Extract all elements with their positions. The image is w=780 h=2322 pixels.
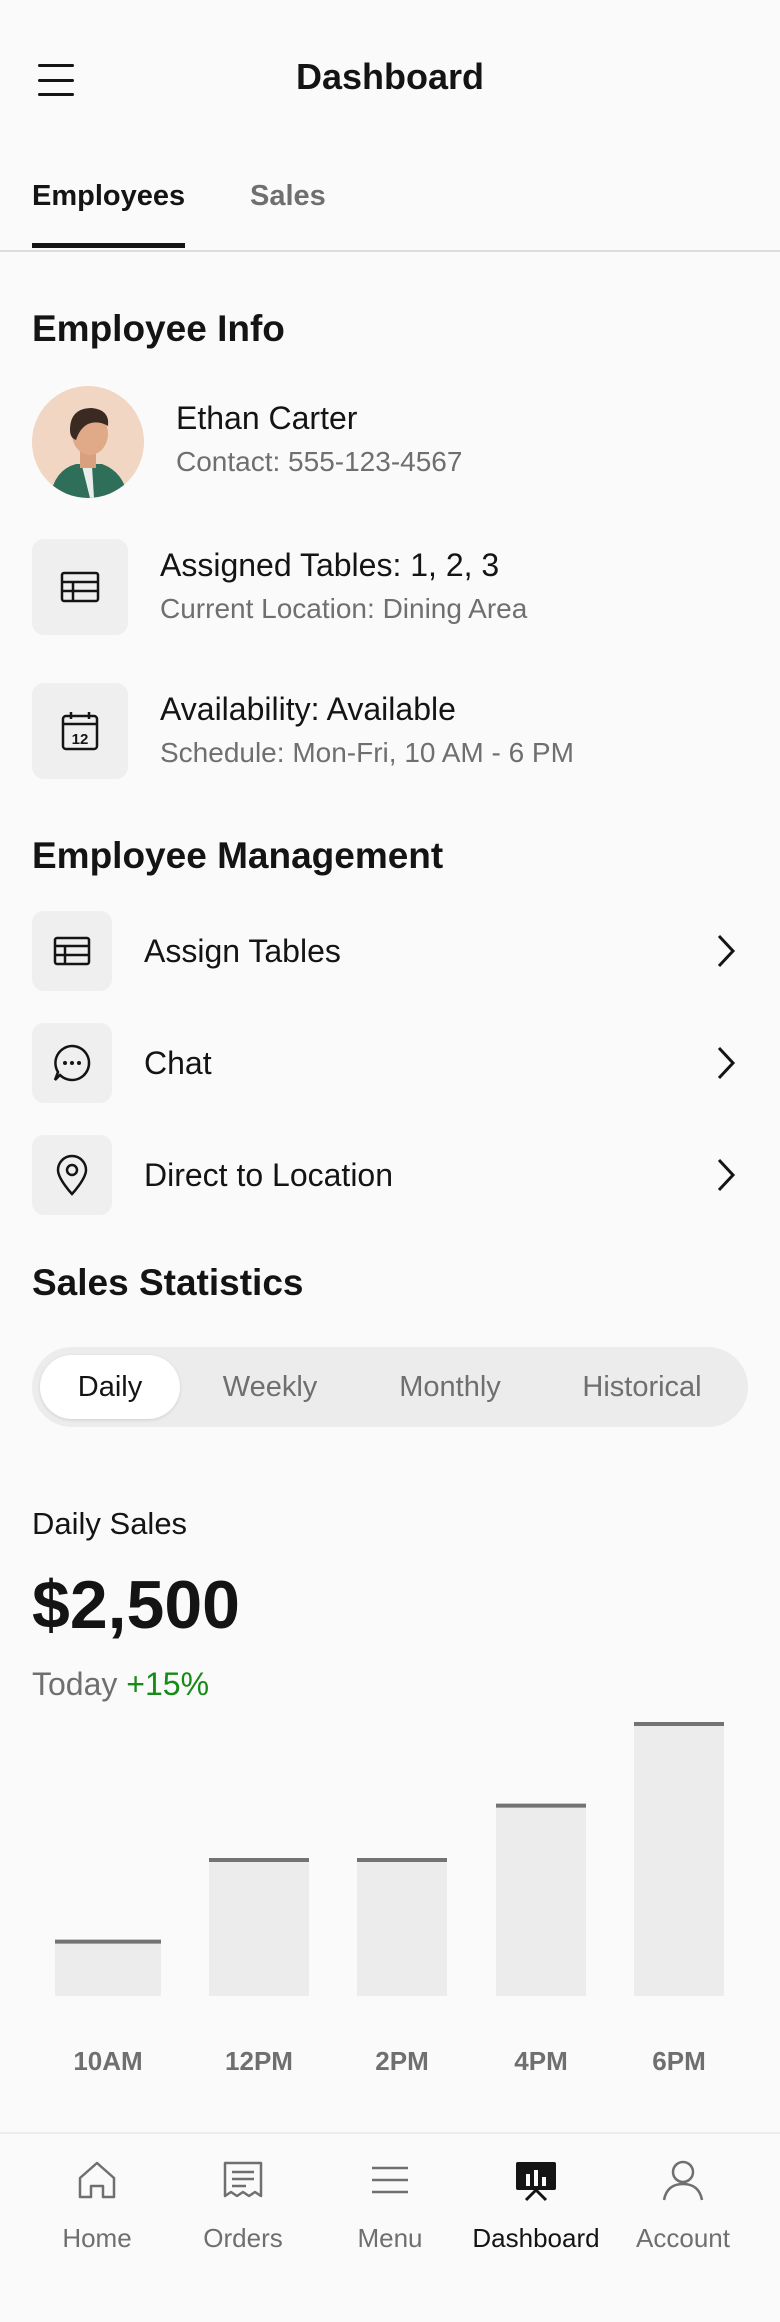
sales-bar-chart: 10AM 12PM 2PM 4PM 6PM <box>55 1722 724 2076</box>
period-text: Today <box>32 1666 118 1702</box>
nav-menu-label: Menu <box>357 2223 423 2253</box>
bottom-navigation: Home Orders Menu Dashboard Account <box>0 2132 780 2322</box>
direct-to-location-label: Direct to Location <box>144 1157 394 1193</box>
chart-bar-6pm <box>634 1724 724 1996</box>
nav-account[interactable]: Account <box>610 2158 756 2254</box>
home-icon <box>78 2161 116 2199</box>
chat-item[interactable]: Chat <box>32 1023 752 1103</box>
daily-sales-label: Daily Sales <box>32 1506 188 1541</box>
chart-tick-label: 4PM <box>514 2046 567 2076</box>
schedule-text: Schedule: Mon-Fri, 10 AM - 6 PM <box>160 737 574 768</box>
table-icon <box>32 911 112 991</box>
daily-sales-value: $2,500 <box>32 1567 240 1643</box>
nav-orders-label: Orders <box>203 2223 283 2253</box>
svg-text:12: 12 <box>72 731 89 748</box>
menu-icon <box>372 2166 408 2194</box>
nav-home-label: Home <box>62 2223 132 2253</box>
dashboard-icon <box>516 2162 556 2202</box>
assigned-tables-text: Assigned Tables: 1, 2, 3 <box>160 547 500 583</box>
chat-label: Chat <box>144 1045 212 1081</box>
tab-bar: Employees Sales <box>0 170 780 252</box>
current-location-text: Current Location: Dining Area <box>160 593 528 624</box>
availability-text: Availability: Available <box>160 691 456 727</box>
location-pin-icon <box>32 1135 112 1215</box>
assigned-tables-row: Assigned Tables: 1, 2, 3 Current Locatio… <box>32 539 752 635</box>
assign-tables-label: Assign Tables <box>144 933 341 969</box>
sales-period-line: Today +15% <box>32 1666 209 1703</box>
calendar-icon: 12 <box>32 683 128 779</box>
chevron-right-icon <box>704 1041 748 1085</box>
period-daily[interactable]: Daily <box>40 1355 180 1419</box>
nav-menu[interactable]: Menu <box>317 2158 463 2254</box>
employee-contact: Contact: 555-123-4567 <box>176 446 463 477</box>
chart-bar-12pm <box>209 1860 309 1996</box>
chevron-right-icon <box>704 929 748 973</box>
nav-account-label: Account <box>636 2223 730 2253</box>
chart-bar-4pm <box>496 1805 586 1996</box>
employee-profile: Ethan Carter Contact: 555-123-4567 <box>32 386 752 498</box>
sales-statistics-title: Sales Statistics <box>32 1262 304 1303</box>
employee-name: Ethan Carter <box>176 400 358 436</box>
availability-row: 12 Availability: Available Schedule: Mon… <box>32 683 752 779</box>
tab-sales[interactable]: Sales <box>250 180 326 243</box>
chat-icon <box>32 1023 112 1103</box>
sales-change: +15% <box>126 1666 210 1702</box>
period-weekly[interactable]: Weekly <box>182 1355 358 1419</box>
employee-management-title: Employee Management <box>32 835 444 876</box>
table-icon <box>32 539 128 635</box>
page-title: Dashboard <box>295 56 485 97</box>
avatar <box>32 386 144 498</box>
chart-bar-2pm <box>357 1860 447 1996</box>
chart-tick-label: 10AM <box>73 2046 142 2076</box>
orders-icon <box>223 2161 263 2198</box>
period-monthly[interactable]: Monthly <box>360 1355 540 1419</box>
tab-employees[interactable]: Employees <box>32 180 186 248</box>
employee-info-title: Employee Info <box>32 308 285 349</box>
nav-home[interactable]: Home <box>24 2158 170 2254</box>
direct-to-location-item[interactable]: Direct to Location <box>32 1135 752 1215</box>
chart-tick-label: 2PM <box>375 2046 428 2076</box>
period-historical[interactable]: Historical <box>542 1355 742 1419</box>
chart-tick-label: 12PM <box>225 2046 293 2076</box>
nav-orders[interactable]: Orders <box>170 2158 316 2254</box>
chart-bar-10am <box>55 1941 161 1996</box>
top-bar: Dashboard <box>0 0 780 160</box>
period-selector: Daily Weekly Monthly Historical <box>32 1347 748 1427</box>
account-icon <box>662 2160 704 2201</box>
chevron-right-icon <box>704 1153 748 1197</box>
assign-tables-item[interactable]: Assign Tables <box>32 911 752 991</box>
nav-dashboard[interactable]: Dashboard <box>463 2158 609 2254</box>
chart-tick-label: 6PM <box>652 2046 705 2076</box>
nav-dashboard-label: Dashboard <box>472 2223 600 2253</box>
